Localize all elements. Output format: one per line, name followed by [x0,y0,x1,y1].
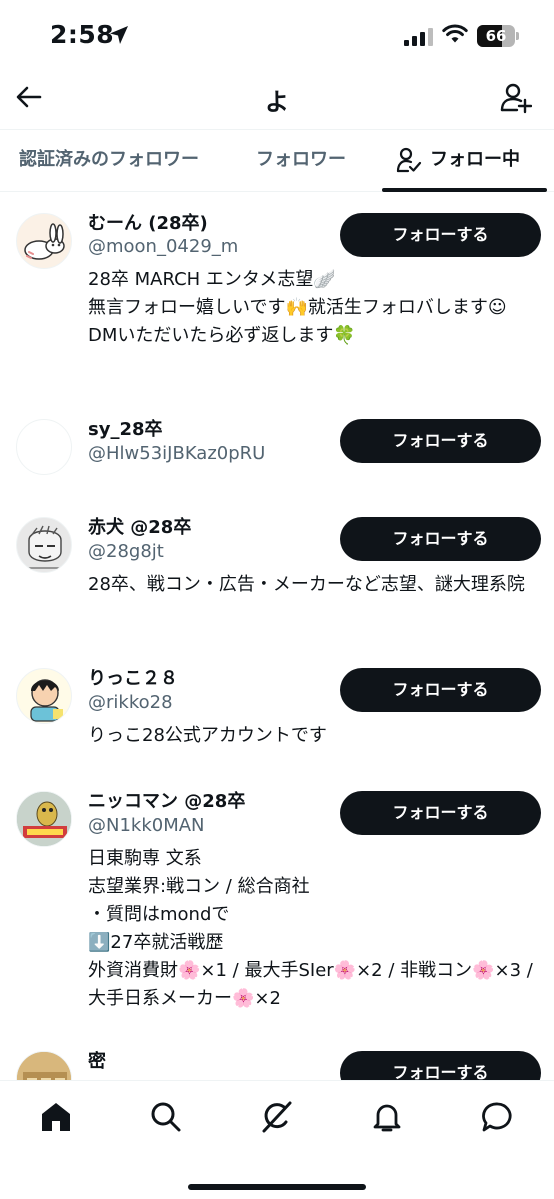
person-check-icon [396,147,422,173]
list-item[interactable]: むーん (28卒) @moon_0429_m 28卒 MARCH エンタメ志望🪽… [0,193,554,393]
user-name[interactable]: sy_28卒 [88,415,163,441]
avatar[interactable] [16,791,72,847]
active-tab-indicator [382,188,547,192]
cellular-signal-icon [404,28,433,46]
avatar[interactable] [16,1051,72,1080]
avatar[interactable] [16,517,72,573]
tab-bar: 認証済みのフォロワー フォロワー フォロー中 [0,130,554,192]
user-name[interactable]: 赤犬 @28卒 [88,513,191,539]
tab-verified-followers[interactable]: 認証済みのフォロワー [19,130,199,192]
add-user-icon[interactable] [500,82,532,114]
follow-button[interactable]: フォローする [340,213,541,257]
follow-button[interactable]: フォローする [340,517,541,561]
grok-icon[interactable] [259,1099,295,1135]
user-name[interactable]: 密 [88,1047,106,1073]
bell-icon[interactable] [369,1099,405,1135]
home-indicator [188,1184,366,1190]
avatar[interactable] [16,213,72,269]
user-handle: @rikko28 [88,692,173,713]
wifi-icon [442,24,468,43]
top-header: よ [0,72,554,130]
photo-avatar-icon [17,1052,71,1080]
user-handle: @28g8jt [88,541,164,562]
message-icon[interactable] [480,1099,516,1135]
user-bio: 28卒 MARCH エンタメ志望🪽 無言フォロー嬉しいです🙌就活生フォロバします… [88,269,507,346]
following-list[interactable]: むーん (28卒) @moon_0429_m 28卒 MARCH エンタメ志望🪽… [0,193,554,1080]
mascot-avatar-icon [17,792,71,846]
user-handle: @N1kk0MAN [88,815,205,836]
tab-following[interactable]: フォロー中 [430,130,520,192]
follow-button[interactable]: フォローする [340,1051,541,1080]
tab-followers[interactable]: フォロワー [256,130,346,192]
status-bar: 2:58 66 [0,0,554,72]
home-icon[interactable] [38,1099,74,1135]
avatar[interactable] [16,419,72,475]
character-avatar-icon [30,679,63,722]
bottom-navigation [0,1080,554,1199]
list-item[interactable]: 密 フォローする [0,1031,554,1080]
rabbit-avatar-icon [24,223,65,260]
user-handle: @Hlw53iJBKaz0pRU [88,443,266,464]
list-item[interactable]: sy_28卒 @Hlw53iJBKaz0pRU フォローする [0,399,554,499]
location-arrow-icon [110,26,128,44]
follow-button[interactable]: フォローする [340,791,541,835]
list-item[interactable]: 赤犬 @28卒 @28g8jt 28卒、戦コン・広告・メーカーなど志望、謎大理系… [0,497,554,647]
follow-button[interactable]: フォローする [340,668,541,712]
search-icon[interactable] [148,1099,184,1135]
user-bio: 日東駒専 文系 志望業界:戦コン / 総合商社 ・質問はmondで ⬇️27卒就… [88,848,533,1009]
list-item[interactable]: りっこ２８ @rikko28 りっこ28公式アカウントです フォローする [0,648,554,768]
user-bio: 28卒、戦コン・広告・メーカーなど志望、謎大理系院 [88,574,525,595]
avatar[interactable] [16,668,72,724]
user-bio: りっこ28公式アカウントです [88,725,327,746]
user-handle: @moon_0429_m [88,236,239,257]
user-name[interactable]: むーん (28卒) [88,209,208,235]
battery-indicator: 66 [477,25,519,47]
sketch-portrait-icon [25,525,65,569]
list-item[interactable]: ニッコマン @28卒 @N1kk0MAN 日東駒専 文系 志望業界:戦コン / … [0,771,554,1021]
battery-percentage: 66 [485,27,507,45]
follow-button[interactable]: フォローする [340,419,541,463]
user-name[interactable]: りっこ２８ [88,664,178,690]
user-name[interactable]: ニッコマン @28卒 [88,787,245,813]
page-title: よ [265,88,289,116]
status-time: 2:58 [50,20,115,49]
